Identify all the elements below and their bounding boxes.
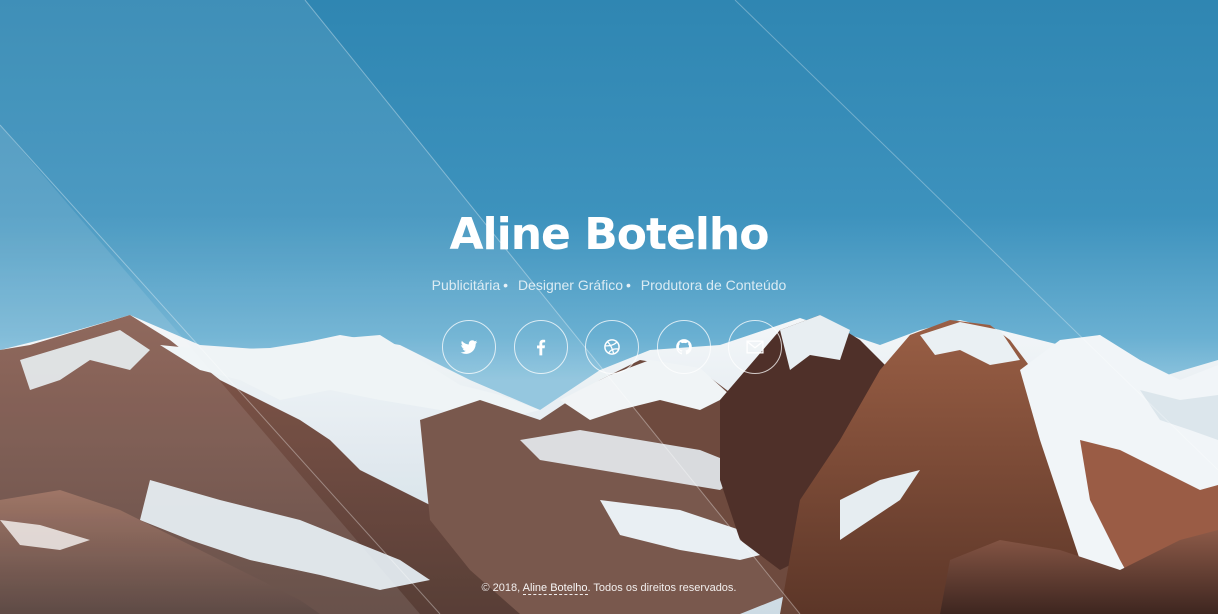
role-separator: • — [503, 277, 509, 293]
twitter-button[interactable] — [442, 320, 496, 374]
role-separator: • — [625, 277, 631, 293]
profile-content: Aline Botelho Publicitária • Designer Grá… — [0, 0, 1218, 614]
facebook-icon — [536, 339, 545, 356]
dribbble-button[interactable] — [585, 320, 639, 374]
footer-prefix: © 2018, — [481, 582, 521, 594]
role-item: Produtora de Conteúdo — [640, 277, 787, 293]
twitter-icon — [460, 340, 478, 354]
role-item: Publicitária — [431, 277, 501, 293]
footer-copyright: © 2018, Aline Botelho. Todos os direitos… — [0, 580, 1218, 596]
github-button[interactable] — [656, 320, 711, 374]
social-links — [442, 320, 782, 376]
profile-roles: Publicitária • Designer Gráfico • Produtor… — [0, 276, 1218, 294]
email-button[interactable] — [728, 320, 782, 374]
github-icon — [675, 339, 692, 355]
footer-author-link[interactable]: Aline Botelho — [522, 582, 588, 595]
role-item: Designer Gráfico — [517, 277, 623, 293]
facebook-button[interactable] — [513, 320, 568, 374]
hero-section: Aline Botelho Publicitária • Designer Grá… — [0, 0, 1218, 614]
profile-name: Aline Botelho — [449, 209, 770, 260]
envelope-icon — [746, 340, 764, 354]
dribbble-icon — [604, 339, 620, 355]
footer-suffix: . Todos os direitos reservados. — [587, 582, 737, 594]
